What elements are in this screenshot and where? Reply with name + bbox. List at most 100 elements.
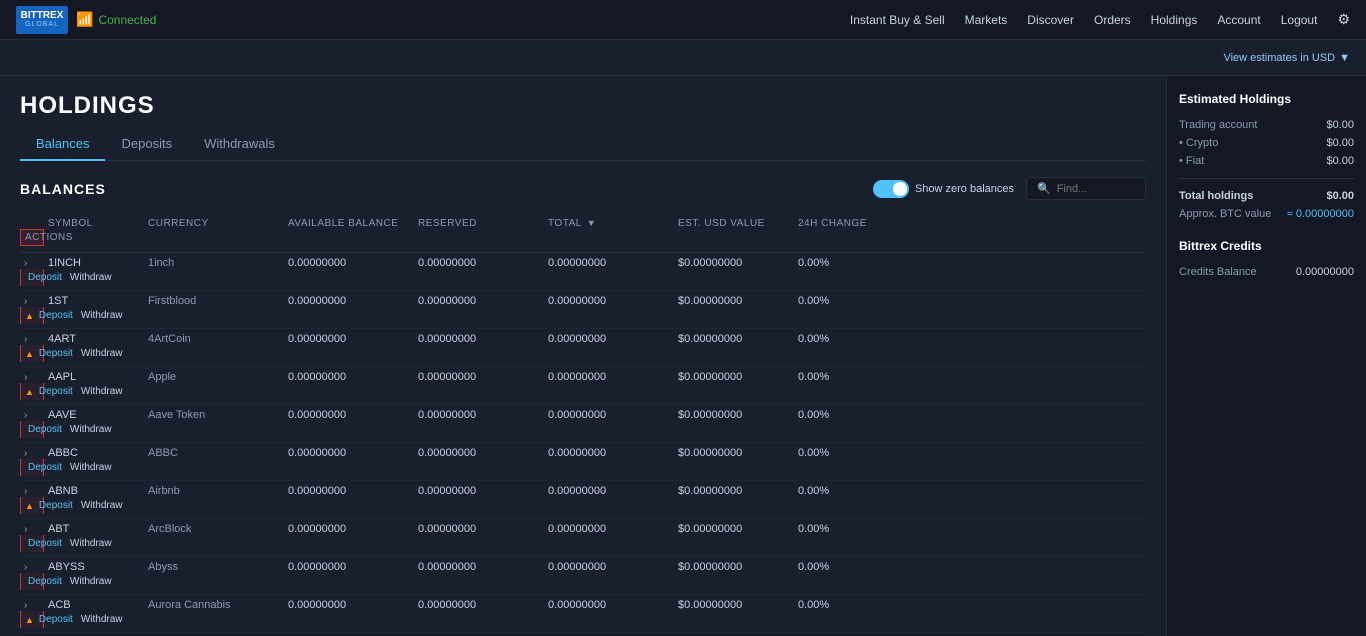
search-input[interactable] [1057, 183, 1137, 195]
withdraw-button[interactable]: Withdraw [78, 347, 126, 360]
withdraw-button[interactable]: Withdraw [67, 537, 115, 550]
table-row: › ABT ArcBlock 0.00000000 0.00000000 0.0… [20, 519, 1146, 557]
search-box: 🔍 [1026, 177, 1146, 200]
withdraw-button[interactable]: Withdraw [67, 575, 115, 588]
deposit-button[interactable]: Deposit [36, 613, 76, 626]
deposit-button[interactable]: Deposit [25, 423, 65, 436]
logo: BITTREX GLOBAL [16, 6, 68, 34]
content-area: HOLDINGS Balances Deposits Withdrawals B… [0, 76, 1166, 636]
withdraw-button[interactable]: Withdraw [67, 271, 115, 284]
col-available: AVAILABLE BALANCE [284, 218, 414, 229]
view-estimates-button[interactable]: View estimates in USD ▼ [1223, 52, 1350, 64]
table-row: › ABNB Airbnb 0.00000000 0.00000000 0.00… [20, 481, 1146, 519]
deposit-button[interactable]: Deposit [25, 461, 65, 474]
tabs: Balances Deposits Withdrawals [20, 128, 1146, 161]
deposit-button[interactable]: Deposit [36, 347, 76, 360]
col-total: TOTAL ▼ [544, 218, 674, 229]
deposit-button[interactable]: Deposit [36, 385, 76, 398]
table-row: › ACB Aurora Cannabis 0.00000000 0.00000… [20, 595, 1146, 633]
trading-account-row: Trading account $0.00 [1179, 116, 1354, 134]
bittrex-credits-section: Bittrex Credits Credits Balance 0.000000… [1179, 239, 1354, 281]
toggle-container: Show zero balances [873, 180, 1014, 198]
search-icon: 🔍 [1037, 182, 1051, 195]
table-row: › ABYSS Abyss 0.00000000 0.00000000 0.00… [20, 557, 1146, 595]
withdraw-button[interactable]: Withdraw [67, 461, 115, 474]
right-sidebar: Estimated Holdings Trading account $0.00… [1166, 76, 1366, 636]
chevron-down-icon: ▼ [1339, 52, 1350, 64]
expand-icon[interactable]: › [24, 486, 27, 497]
warning-icon: ▲ [25, 349, 34, 359]
controls-right: Show zero balances 🔍 [873, 177, 1146, 200]
withdraw-button[interactable]: Withdraw [78, 385, 126, 398]
credits-balance-value: 0.00000000 [1296, 266, 1354, 278]
logo-text-bottom: GLOBAL [25, 21, 59, 28]
deposit-button[interactable]: Deposit [25, 537, 65, 550]
view-estimates-label: View estimates in USD [1223, 52, 1335, 64]
tab-deposits[interactable]: Deposits [105, 128, 188, 161]
table-row: › ABBC ABBC 0.00000000 0.00000000 0.0000… [20, 443, 1146, 481]
fiat-value: $0.00 [1326, 155, 1354, 167]
show-zero-balances-toggle[interactable] [873, 180, 909, 198]
connection-label: Connected [98, 13, 156, 27]
crypto-label: • Crypto [1179, 137, 1218, 149]
nav-instant-buy-sell[interactable]: Instant Buy & Sell [850, 13, 945, 27]
main-nav: Instant Buy & Sell Markets Discover Orde… [850, 11, 1350, 28]
col-currency: CURRENCY [144, 218, 284, 229]
deposit-button[interactable]: Deposit [36, 499, 76, 512]
expand-icon[interactable]: › [24, 448, 27, 459]
deposit-button[interactable]: Deposit [25, 271, 65, 284]
expand-icon[interactable]: › [24, 372, 27, 383]
withdraw-button[interactable]: Withdraw [67, 423, 115, 436]
withdraw-button[interactable]: Withdraw [78, 499, 126, 512]
total-holdings-row: Total holdings $0.00 [1179, 187, 1354, 205]
estimated-holdings-section: Estimated Holdings Trading account $0.00… [1179, 92, 1354, 223]
credits-balance-label: Credits Balance [1179, 266, 1257, 278]
expand-icon[interactable]: › [24, 334, 27, 345]
main-header: BITTREX GLOBAL 📶 Connected Instant Buy &… [0, 0, 1366, 40]
divider [1179, 178, 1354, 179]
balances-table: SYMBOL CURRENCY AVAILABLE BALANCE RESERV… [20, 212, 1146, 636]
table-row: › 1ST Firstblood 0.00000000 0.00000000 0… [20, 291, 1146, 329]
nav-orders[interactable]: Orders [1094, 13, 1131, 27]
table-row: › AAPL Apple 0.00000000 0.00000000 0.000… [20, 367, 1146, 405]
expand-icon[interactable]: › [24, 258, 27, 269]
nav-account[interactable]: Account [1217, 13, 1260, 27]
btc-value-row: Approx. BTC value ≈ 0.00000000 [1179, 205, 1354, 223]
withdraw-button[interactable]: Withdraw [78, 309, 126, 322]
col-change: 24H CHANGE [794, 218, 934, 229]
table-row: › 4ART 4ArtCoin 0.00000000 0.00000000 0.… [20, 329, 1146, 367]
col-reserved: RESERVED [414, 218, 544, 229]
tab-balances[interactable]: Balances [20, 128, 105, 161]
col-actions: ACTIONS [20, 229, 44, 246]
deposit-button[interactable]: Deposit [36, 309, 76, 322]
table-row: › 1INCH 1inch 0.00000000 0.00000000 0.00… [20, 253, 1146, 291]
estimated-holdings-title: Estimated Holdings [1179, 92, 1354, 106]
warning-icon: ▲ [25, 615, 34, 625]
col-symbol: SYMBOL [44, 218, 144, 229]
expand-icon[interactable]: › [24, 296, 27, 307]
tab-withdrawals[interactable]: Withdrawals [188, 128, 291, 161]
subheader: View estimates in USD ▼ [0, 40, 1366, 76]
warning-icon: ▲ [25, 501, 34, 511]
trading-account-label: Trading account [1179, 119, 1257, 131]
nav-discover[interactable]: Discover [1027, 13, 1074, 27]
nav-markets[interactable]: Markets [965, 13, 1008, 27]
expand-icon[interactable]: › [24, 524, 27, 535]
fiat-row: • Fiat $0.00 [1179, 152, 1354, 170]
nav-logout[interactable]: Logout [1281, 13, 1318, 27]
expand-icon[interactable]: › [24, 410, 27, 421]
col-usd: EST. USD VALUE [674, 218, 794, 229]
toggle-label: Show zero balances [915, 183, 1014, 195]
withdraw-button[interactable]: Withdraw [78, 613, 126, 626]
expand-icon[interactable]: › [24, 562, 27, 573]
crypto-value: $0.00 [1326, 137, 1354, 149]
sort-icon: ▼ [587, 218, 596, 228]
settings-icon[interactable]: ⚙ [1337, 11, 1350, 28]
table-header: SYMBOL CURRENCY AVAILABLE BALANCE RESERV… [20, 212, 1146, 253]
crypto-row: • Crypto $0.00 [1179, 134, 1354, 152]
nav-holdings[interactable]: Holdings [1151, 13, 1198, 27]
deposit-button[interactable]: Deposit [25, 575, 65, 588]
col-expand [20, 218, 44, 229]
balances-header: BALANCES Show zero balances 🔍 [20, 177, 1146, 200]
expand-icon[interactable]: › [24, 600, 27, 611]
